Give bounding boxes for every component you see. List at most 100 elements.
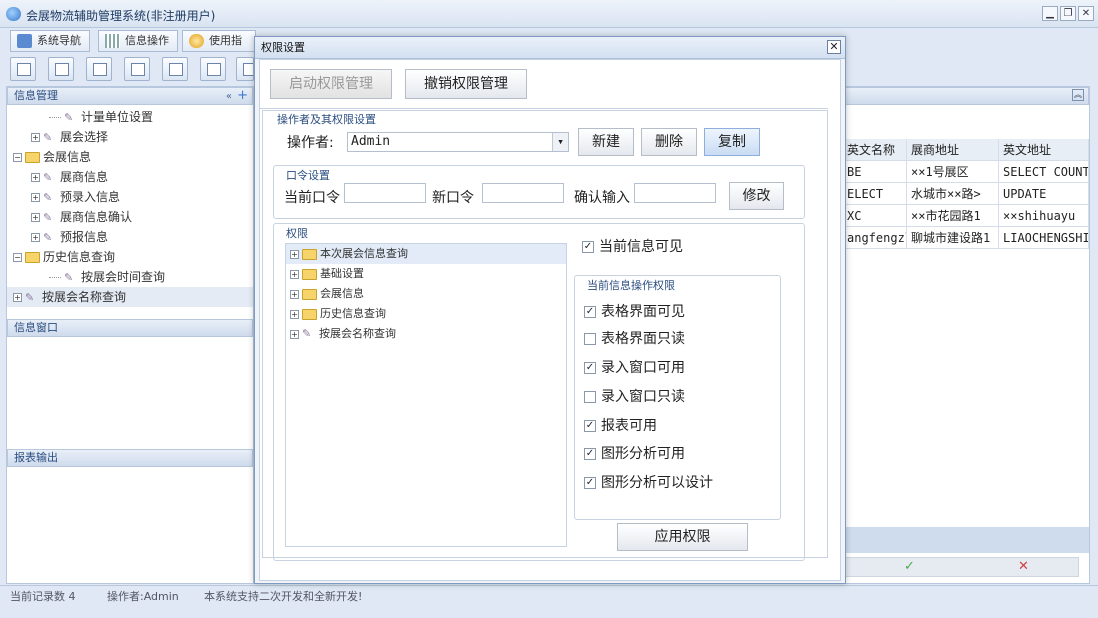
table-row[interactable]: BE ××1号展区 SELECT COUNT bbox=[843, 161, 1089, 183]
permission-tree-item[interactable]: + ✎ 按展会名称查询 bbox=[286, 324, 566, 344]
restore-icon[interactable]: ❐ bbox=[1060, 6, 1076, 21]
document-icon[interactable] bbox=[86, 57, 112, 81]
tree-item[interactable]: + ✎ 预录入信息 bbox=[7, 187, 253, 207]
expand-icon[interactable]: + bbox=[290, 269, 299, 279]
close-icon[interactable]: ✕ bbox=[827, 40, 841, 54]
checkbox-label: 录入窗口只读 bbox=[601, 389, 685, 405]
users-icon[interactable] bbox=[124, 57, 150, 81]
operator-select[interactable]: Admin ▾ bbox=[347, 132, 569, 152]
table-row[interactable]: XC ××市花园路1 ××shihuayu bbox=[843, 205, 1089, 227]
confirm-password-input[interactable] bbox=[634, 183, 716, 203]
folder-icon bbox=[25, 252, 40, 263]
permission-checkbox-row[interactable]: ✓ 图形分析可以设计 bbox=[584, 472, 713, 494]
tree-item[interactable]: + ✎ 按展会名称查询 bbox=[7, 287, 253, 307]
close-window-icon[interactable]: ✕ bbox=[1078, 6, 1094, 21]
status-bar: 当前记录数 4 操作者:Admin 本系统支持二次开发和全新开发! bbox=[0, 585, 1098, 607]
tree-item-label: 预录入信息 bbox=[60, 190, 121, 204]
expand-icon[interactable]: + bbox=[31, 193, 40, 202]
tree-item[interactable]: − 会展信息 bbox=[7, 147, 253, 167]
enable-permission-button[interactable]: 启动权限管理 bbox=[270, 69, 392, 99]
tree-item-label: 按展会时间查询 bbox=[81, 270, 166, 284]
add-icon[interactable]: + bbox=[237, 88, 248, 104]
current-password-label: 当前口令 bbox=[284, 190, 340, 206]
print-icon[interactable] bbox=[236, 57, 254, 81]
expand-icon[interactable]: + bbox=[31, 213, 40, 222]
permission-checkbox-row[interactable]: ✓ 表格界面可见 bbox=[584, 301, 685, 323]
checkbox[interactable]: ✓ bbox=[584, 448, 596, 460]
expand-icon[interactable]: + bbox=[290, 329, 299, 339]
permission-tree-item[interactable]: + 历史信息查询 bbox=[286, 304, 566, 324]
checkbox[interactable]: ✓ bbox=[584, 420, 596, 432]
tree-item[interactable]: + ✎ 展会选择 bbox=[7, 127, 253, 147]
checkbox[interactable] bbox=[584, 333, 596, 345]
checkbox[interactable]: ✓ bbox=[584, 306, 596, 318]
minimize-icon[interactable]: ▁ bbox=[1042, 6, 1058, 21]
table-row[interactable]: angfengzl 聊城市建设路1 LIAOCHENGSHI, bbox=[843, 227, 1089, 249]
current-password-input[interactable] bbox=[344, 183, 426, 203]
expand-icon[interactable]: + bbox=[290, 289, 299, 299]
delete-button[interactable]: 删除 bbox=[641, 128, 697, 156]
modify-button[interactable]: 修改 bbox=[729, 182, 784, 210]
chevron-down-icon[interactable]: ▾ bbox=[552, 133, 568, 151]
tree-item-label: 计量单位设置 bbox=[81, 110, 154, 124]
table-row[interactable]: ELECT 水城市××路> UPDATE bbox=[843, 183, 1089, 205]
export-icon[interactable] bbox=[200, 57, 226, 81]
permission-group: 权限 + 本次展会信息查询 + 基础设置 + 会展信息 + 历史信息查询 + ✎ 按展会名称查询 ✓… bbox=[273, 223, 805, 561]
expand-icon[interactable]: + bbox=[31, 133, 40, 142]
permission-checkbox-row[interactable]: ✓ 录入窗口可用 bbox=[584, 357, 685, 379]
permission-checkbox-row[interactable]: 录入窗口只读 bbox=[584, 386, 685, 408]
panel-title: 报表输出 bbox=[14, 451, 58, 464]
collapse-icon[interactable]: « bbox=[226, 89, 232, 105]
current-info-visible-checkbox[interactable]: ✓ 当前信息可见 bbox=[582, 236, 683, 258]
tree-item-label: 本次展会信息查询 bbox=[320, 247, 408, 260]
permission-dialog: 权限设置 ✕ 启动权限管理 撤销权限管理 操作者及其权限设置 操作者: Admi… bbox=[254, 36, 846, 584]
tree-item[interactable]: + ✎ 预报信息 bbox=[7, 227, 253, 247]
checkbox[interactable]: ✓ bbox=[584, 477, 596, 489]
tree-item[interactable]: ✎ 按展会时间查询 bbox=[7, 267, 253, 287]
revoke-permission-button[interactable]: 撤销权限管理 bbox=[405, 69, 527, 99]
group-title: 口令设置 bbox=[286, 169, 330, 182]
table-cell: 聊城市建设路1 bbox=[907, 227, 999, 249]
checkbox[interactable]: ✓ bbox=[582, 241, 594, 253]
expand-icon[interactable]: + bbox=[13, 293, 22, 302]
checkbox[interactable] bbox=[584, 391, 596, 403]
tab-system-nav[interactable]: 系统导航 bbox=[10, 30, 90, 52]
apply-permission-button[interactable]: 应用权限 bbox=[617, 523, 748, 551]
tab-user-guide[interactable]: 使用指南 bbox=[182, 30, 256, 52]
tool-icon: ✎ bbox=[64, 110, 74, 124]
search-icon[interactable] bbox=[10, 57, 36, 81]
monitor-icon[interactable] bbox=[162, 57, 188, 81]
checkbox[interactable]: ✓ bbox=[584, 362, 596, 374]
expand-icon[interactable]: + bbox=[31, 233, 40, 242]
grid-footer bbox=[843, 527, 1089, 553]
expand-icon[interactable]: + bbox=[290, 309, 299, 319]
copy-button[interactable]: 复制 bbox=[704, 128, 760, 156]
new-password-input[interactable] bbox=[482, 183, 564, 203]
collapse-tree-icon[interactable]: − bbox=[13, 253, 22, 262]
column-header[interactable]: 展商地址 bbox=[907, 139, 999, 161]
list-icon[interactable] bbox=[48, 57, 74, 81]
new-button[interactable]: 新建 bbox=[578, 128, 634, 156]
collapse-tree-icon[interactable]: − bbox=[13, 153, 22, 162]
column-header[interactable]: 英文名称 bbox=[843, 139, 907, 161]
tree-item[interactable]: + ✎ 展商信息确认 bbox=[7, 207, 253, 227]
permission-tree-item[interactable]: + 本次展会信息查询 bbox=[286, 244, 566, 264]
checkbox-label: 图形分析可以设计 bbox=[601, 475, 713, 491]
permission-checkbox-row[interactable]: 表格界面只读 bbox=[584, 328, 685, 350]
cancel-icon[interactable]: ✕ bbox=[1018, 559, 1029, 574]
tree-item[interactable]: ✎ 计量单位设置 bbox=[7, 107, 253, 127]
permission-checkbox-row[interactable]: ✓ 图形分析可用 bbox=[584, 443, 685, 465]
permission-tree-item[interactable]: + 基础设置 bbox=[286, 264, 566, 284]
collapse-up-icon[interactable]: ︽ bbox=[1072, 89, 1084, 101]
permission-tree-item[interactable]: + 会展信息 bbox=[286, 284, 566, 304]
ok-icon[interactable]: ✓ bbox=[904, 559, 915, 574]
column-header[interactable]: 英文地址 bbox=[999, 139, 1089, 161]
tab-info-operation[interactable]: 信息操作 bbox=[98, 30, 178, 52]
tree-item[interactable]: − 历史信息查询 bbox=[7, 247, 253, 267]
tree-item[interactable]: + ✎ 展商信息 bbox=[7, 167, 253, 187]
expand-icon[interactable]: + bbox=[290, 249, 299, 259]
permission-checkbox-row[interactable]: ✓ 报表可用 bbox=[584, 415, 657, 437]
expand-icon[interactable]: + bbox=[31, 173, 40, 182]
info-management-header: 信息管理 « + bbox=[7, 87, 253, 105]
tree-item-label: 历史信息查询 bbox=[43, 250, 116, 264]
